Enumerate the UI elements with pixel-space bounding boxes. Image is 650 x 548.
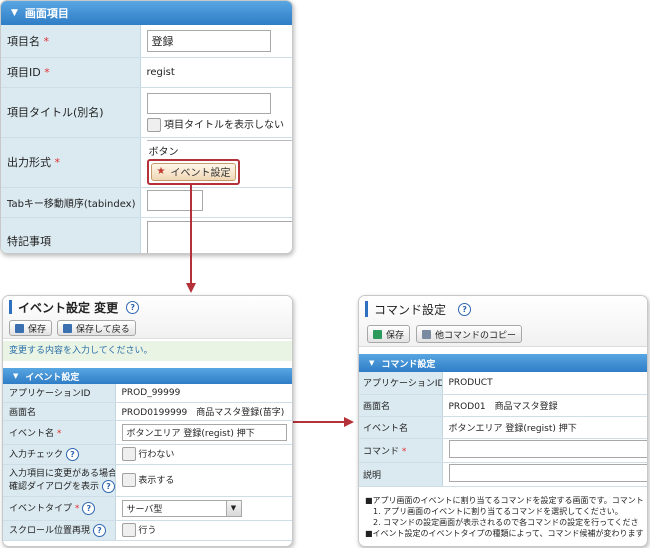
event-type-select[interactable]: サーバ型 ▼ <box>121 499 242 517</box>
confirm-dialog-checkbox[interactable] <box>121 473 136 488</box>
note-line: 2. コマンドの設定画面が表示されるので各コマンドの設定を行ってくださ <box>365 517 639 527</box>
screen-name-value: PROD0199999 商品マスタ登録(苗字) <box>115 402 292 421</box>
command-label: コマンド * <box>359 438 443 463</box>
event-section-header[interactable]: ▼ イベント設定 <box>3 368 292 384</box>
output-format-label: 出力形式 * <box>1 137 141 188</box>
output-format-value: ボタン <box>146 139 292 159</box>
help-icon[interactable]: ? <box>92 524 106 537</box>
help-icon[interactable]: ? <box>101 479 114 493</box>
event-type-label: イベントタイプ * ? <box>3 496 116 521</box>
star-icon: ★ <box>156 166 166 177</box>
notes-textarea[interactable] <box>146 220 292 253</box>
save-icon <box>373 329 382 339</box>
event-name-label: イベント名 <box>359 416 443 439</box>
help-icon[interactable]: ? <box>458 302 472 316</box>
description-input[interactable] <box>448 463 647 482</box>
item-name-label: 項目名 * <box>1 25 141 58</box>
event-settings-highlight: ★ イベント設定 <box>146 158 241 185</box>
save-button[interactable]: 保存 <box>9 320 53 336</box>
save-icon <box>63 323 73 333</box>
dropdown-arrow-icon: ▼ <box>225 500 241 516</box>
item-title-label: 項目タイトル(別名) <box>1 87 141 138</box>
command-section-header[interactable]: ▼ コマンド設定 <box>359 354 647 372</box>
event-name-input[interactable]: ボタンエリア 登録(regist) 押下 <box>121 423 287 441</box>
help-icon[interactable]: ? <box>65 448 79 461</box>
arrow-right-head <box>344 417 354 427</box>
help-icon[interactable]: ? <box>82 502 96 515</box>
confirm-dialog-label: 入力項目に変更がある場合に 確認ダイアログを表示 ? <box>3 464 116 497</box>
input-check-checkbox[interactable] <box>121 447 136 462</box>
tab-order-label: Tabキー移動順序(tabindex) <box>1 187 141 218</box>
arrow-down-head <box>186 283 196 293</box>
event-settings-panel: イベント設定 変更 ? 保存 保存して戻る 変更する内容を入力してください。 ▼… <box>2 295 293 547</box>
hide-title-checkbox[interactable] <box>146 117 161 132</box>
note-line: ■アプリ画面のイベントに割り当てるコマンドを設定する画面です。コマント <box>365 495 644 505</box>
title-accent-bar <box>365 301 368 317</box>
note-line: 1. アプリ画面のイベントに割り当てるコマンドを選択してください。 <box>365 506 623 516</box>
collapse-triangle-icon: ▼ <box>13 372 19 380</box>
save-and-back-button[interactable]: 保存して戻る <box>57 320 136 336</box>
info-message: 変更する内容を入力してください。 <box>3 341 292 361</box>
app-id-value: PRODUCT <box>442 372 647 395</box>
screen-name-label: 画面名 <box>3 402 116 421</box>
input-check-label: 入力チェック ? <box>3 444 116 465</box>
save-button[interactable]: 保存 <box>367 325 411 343</box>
item-id-value: regist <box>140 57 292 88</box>
command-input[interactable] <box>448 439 647 458</box>
command-notes: ■アプリ画面のイベントに割り当てるコマンドを設定する画面です。コマント 1. ア… <box>359 487 647 539</box>
help-icon[interactable]: ? <box>126 300 140 314</box>
title-accent-bar <box>9 300 12 314</box>
scroll-position-label: スクロール位置再現 ? <box>3 520 116 541</box>
description-label: 説明 <box>359 462 443 487</box>
event-settings-title: イベント設定 変更 <box>18 300 119 315</box>
screen-name-value: PROD01 商品マスタ登録 <box>442 394 647 417</box>
event-settings-button[interactable]: ★ イベント設定 <box>150 162 237 181</box>
screen-item-form: 項目名 * 登録 項目ID * regist 項目タイトル(別名) 項目タイトル… <box>1 25 292 253</box>
note-line: ■イベント設定のイベントタイプの種類によって、コマンド候補が変わります <box>365 528 644 538</box>
item-name-input[interactable]: 登録 <box>146 29 271 52</box>
event-settings-form: アプリケーションID PROD_99999 画面名 PROD0199999 商品… <box>3 384 292 541</box>
notes-label: 特記事項 <box>1 217 141 253</box>
section-title: 画面項目 <box>24 7 69 20</box>
app-id-value: PROD_99999 <box>115 384 292 403</box>
item-title-input[interactable] <box>146 92 271 114</box>
app-id-label: アプリケーションID <box>3 384 116 403</box>
event-name-value: ボタンエリア 登録(regist) 押下 <box>442 416 647 439</box>
copy-icon <box>422 329 432 339</box>
event-name-label: イベント名 * <box>3 420 116 445</box>
command-settings-title: コマンド設定 <box>374 302 447 317</box>
screen-name-label: 画面名 <box>359 394 443 417</box>
command-settings-form: アプリケーションID PRODUCT 画面名 PROD01 商品マスタ登録 イベ… <box>359 372 647 487</box>
hide-title-checkbox-label: 項目タイトルを表示しない <box>164 119 284 131</box>
scroll-position-checkbox[interactable] <box>121 523 136 538</box>
command-settings-panel: コマンド設定 ? 保存 他コマンドのコピー ▼ コマンド設定 アプリケーションI… <box>358 295 648 547</box>
screen-item-section-header[interactable]: ▼ 画面項目 <box>1 1 292 25</box>
screen-item-panel: ▼ 画面項目 項目名 * 登録 項目ID * regist 項目タイトル(別名)… <box>0 0 293 254</box>
copy-other-command-button[interactable]: 他コマンドのコピー <box>416 325 523 343</box>
app-id-label: アプリケーションID <box>359 372 443 395</box>
collapse-triangle-icon: ▼ <box>11 8 18 18</box>
item-id-label: 項目ID * <box>1 57 141 88</box>
tab-order-input[interactable] <box>146 190 203 211</box>
collapse-triangle-icon: ▼ <box>369 359 375 367</box>
save-icon <box>15 323 24 333</box>
